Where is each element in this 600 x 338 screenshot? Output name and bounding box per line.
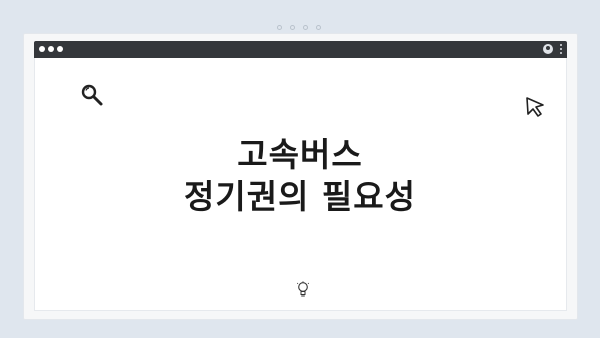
dot [316, 25, 321, 30]
kebab-menu-icon[interactable] [560, 44, 562, 54]
dot [290, 25, 295, 30]
user-icon[interactable] [543, 44, 553, 54]
window-dot[interactable] [57, 46, 63, 52]
window-controls[interactable] [39, 46, 63, 52]
title-line-1: 고속버스 [237, 135, 363, 174]
window-dot[interactable] [39, 46, 45, 52]
lightbulb-icon [296, 281, 310, 297]
dot [277, 25, 282, 30]
search-icon [81, 84, 103, 106]
cursor-icon [526, 97, 544, 117]
browser-titlebar [34, 41, 567, 58]
pagination-dots [277, 25, 321, 30]
page-title: 고속버스 정기권의 필요성 [100, 134, 500, 218]
title-line-2: 정기권의 필요성 [183, 177, 416, 216]
window-dot[interactable] [48, 46, 54, 52]
dot [303, 25, 308, 30]
